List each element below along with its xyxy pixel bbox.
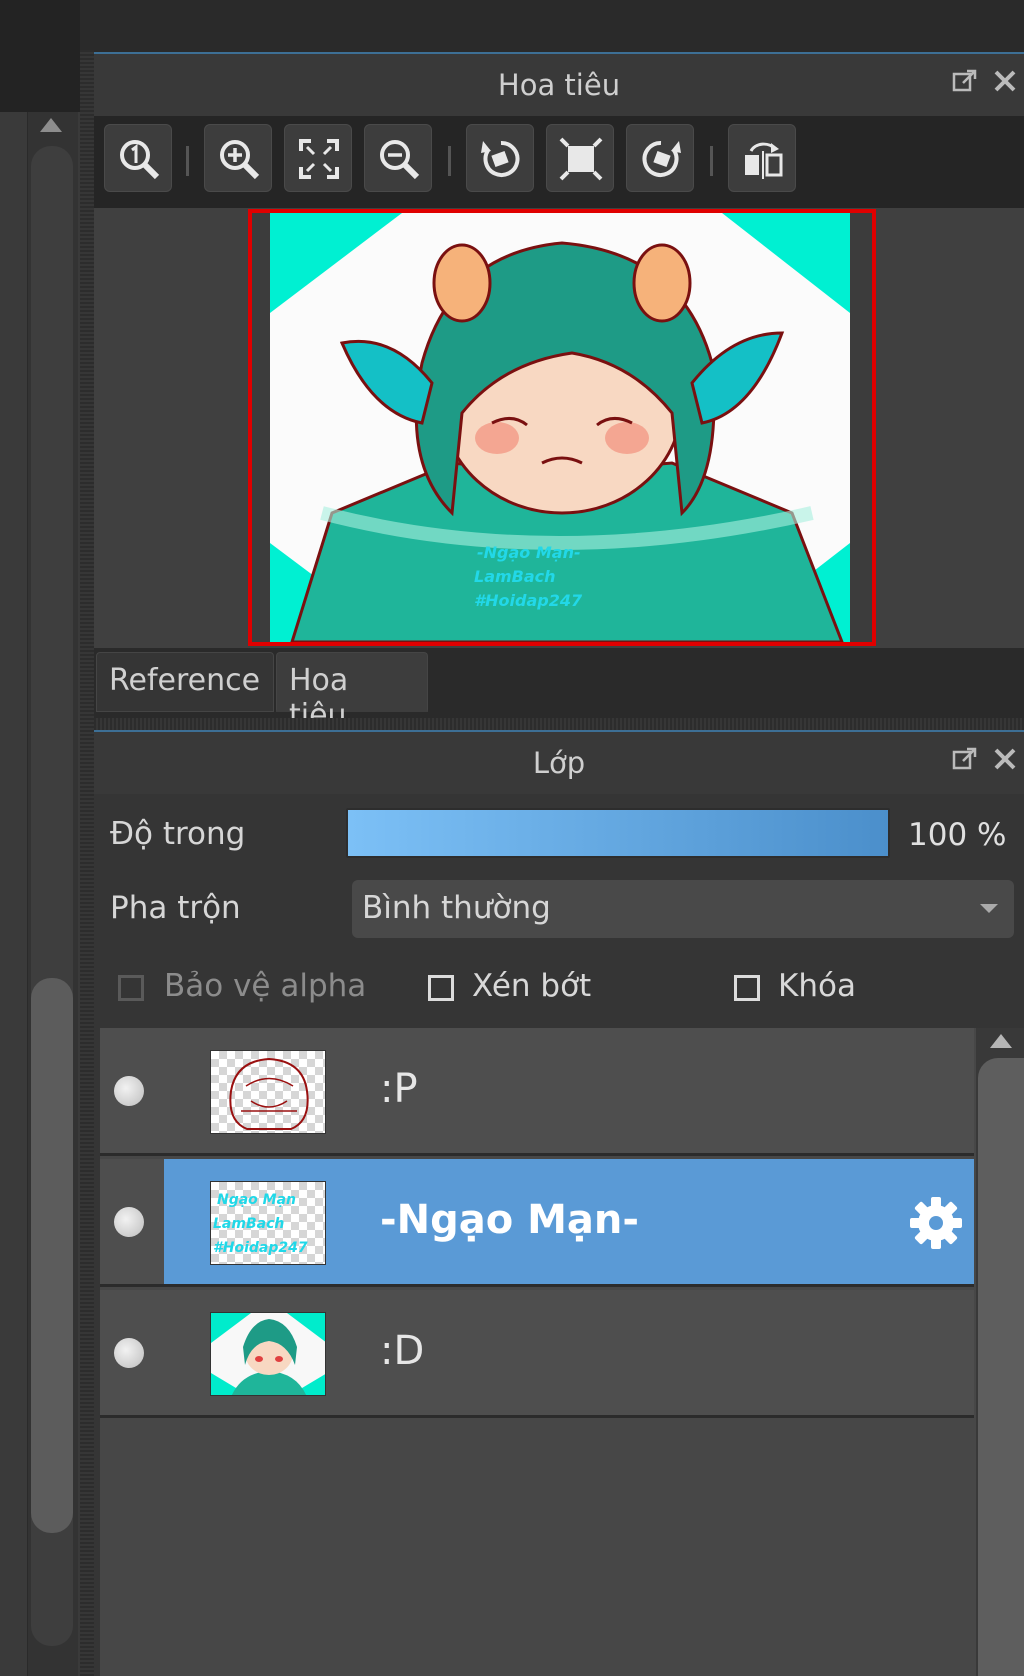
opacity-label: Độ trong (110, 816, 246, 852)
close-icon[interactable] (992, 68, 1018, 94)
zoom-out-button[interactable] (364, 124, 432, 192)
scroll-up-arrow-icon[interactable] (990, 1034, 1012, 1048)
layer-row[interactable]: :P (100, 1028, 974, 1156)
chevron-down-icon (980, 904, 998, 913)
navigator-header: Hoa tiêu (94, 52, 1024, 116)
layers-header: Lớp (94, 730, 1024, 794)
preview-watermark-line2: LamBach (474, 567, 556, 586)
fit-canvas-icon (559, 137, 603, 181)
layer-thumbnail-image (211, 1313, 325, 1395)
opacity-value: 100 % (908, 817, 1007, 853)
layer-thumbnail-image (229, 1057, 309, 1130)
layer-thumbnail (210, 1050, 326, 1134)
popout-icon[interactable] (952, 68, 978, 94)
protect-alpha-checkbox[interactable] (118, 975, 144, 1001)
viewport-frame[interactable]: -Ngạo Mạn- LamBach #Hoidap247 (248, 209, 876, 646)
visibility-toggle-icon[interactable] (114, 1207, 144, 1237)
fit-screen-icon (299, 139, 339, 179)
rotate-right-icon (642, 140, 681, 177)
zoom-out-icon (380, 140, 420, 180)
left-panel-header (0, 0, 80, 112)
close-icon[interactable] (992, 746, 1018, 772)
layer-thumbnail-image: Ngạo Mạn LamBach #Hoidap247 (213, 1192, 308, 1256)
fit-canvas-button[interactable] (546, 124, 614, 192)
toolbar-separator (186, 146, 189, 176)
visibility-toggle-icon[interactable] (114, 1338, 144, 1368)
layer-row-selected[interactable]: Ngạo Mạn LamBach #Hoidap247 -Ngạo Mạn- (100, 1159, 974, 1287)
layer-name: :P (380, 1066, 418, 1112)
protect-alpha-label: Bảo vệ alpha (164, 968, 367, 1004)
thumb-text-line3: #Hoidap247 (213, 1240, 308, 1256)
preview-watermark-line1: -Ngạo Mạn- (477, 543, 581, 562)
rotate-left-icon (481, 140, 520, 177)
left-scroll-thumb[interactable] (31, 978, 73, 1533)
visibility-toggle-icon[interactable] (114, 1076, 144, 1106)
thumb-text-line1: Ngạo Mạn (217, 1192, 296, 1208)
clip-checkbox[interactable] (428, 975, 454, 1001)
navigator-toolbar (94, 116, 1024, 208)
panel-splitter[interactable] (80, 50, 94, 1676)
rotate-right-button[interactable] (626, 124, 694, 192)
flip-horizontal-icon (745, 142, 783, 179)
zoom-in-icon (220, 140, 260, 180)
zoom-in-button[interactable] (204, 124, 272, 192)
layer-thumbnail: Ngạo Mạn LamBach #Hoidap247 (210, 1181, 326, 1265)
layer-row[interactable]: :D (100, 1290, 974, 1418)
scroll-up-arrow-icon[interactable] (40, 118, 62, 132)
lock-label: Khóa (778, 968, 856, 1004)
zoom-actual-icon (120, 140, 160, 180)
layer-name: -Ngạo Mạn- (380, 1197, 639, 1243)
blend-label: Pha trộn (110, 890, 241, 926)
blend-mode-value: Bình thường (362, 890, 551, 926)
rotate-left-button[interactable] (466, 124, 534, 192)
layer-list-scroll-thumb[interactable] (978, 1058, 1024, 1676)
tab-reference[interactable]: Reference (96, 652, 274, 712)
flip-horizontal-button[interactable] (728, 124, 796, 192)
lock-checkbox[interactable] (734, 975, 760, 1001)
gear-icon[interactable] (906, 1193, 966, 1253)
layer-thumbnail (210, 1312, 326, 1396)
tab-navigator[interactable]: Hoa tiêu (276, 652, 428, 733)
navigator-title: Hoa tiêu (497, 68, 621, 102)
layer-name: :D (380, 1328, 425, 1374)
thumb-text-line2: LamBach (213, 1216, 284, 1232)
toolbar-separator (710, 146, 713, 176)
panel-splitter-horizontal[interactable] (94, 718, 1024, 730)
preview-watermark-line3: #Hoidap247 (474, 591, 583, 610)
zoom-actual-button[interactable] (104, 124, 172, 192)
canvas-preview-image: -Ngạo Mạn- LamBach #Hoidap247 (252, 213, 872, 642)
opacity-slider[interactable] (346, 808, 890, 858)
blend-mode-select[interactable]: Bình thường (352, 880, 1014, 938)
clip-label: Xén bớt (472, 968, 592, 1004)
fit-screen-button[interactable] (284, 124, 352, 192)
toolbar-separator (448, 146, 451, 176)
popout-icon[interactable] (952, 746, 978, 772)
app-window: Hoa tiêu -Ngạo Mạn- LamBach #Hoidap247 R… (0, 0, 1024, 1676)
layers-title: Lớp (532, 746, 586, 780)
